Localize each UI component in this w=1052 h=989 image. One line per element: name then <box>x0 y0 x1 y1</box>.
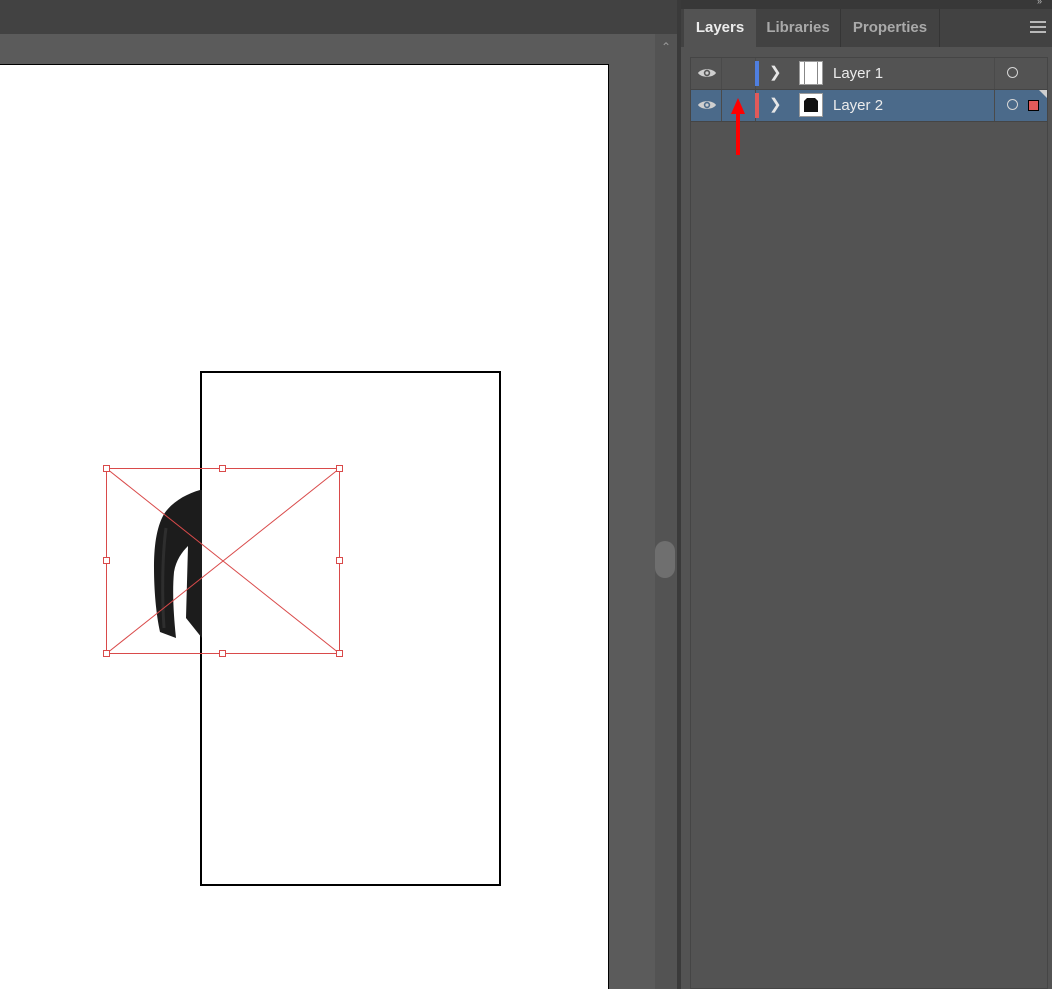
selected-art-indicator[interactable] <box>1028 100 1039 111</box>
handle-middle-left[interactable] <box>103 557 110 564</box>
panel-header-bar: » <box>681 0 1052 9</box>
handle-top-center[interactable] <box>219 465 226 472</box>
eye-icon[interactable] <box>697 66 717 80</box>
layer-name: Layer 2 <box>833 97 884 114</box>
scrollbar-thumb[interactable] <box>655 541 675 578</box>
handle-bottom-center[interactable] <box>219 650 226 657</box>
jacket-thumbnail <box>799 93 823 117</box>
handle-top-left[interactable] <box>103 465 110 472</box>
layer-color-indicator <box>755 61 759 86</box>
red-arrow-annotation <box>731 98 745 155</box>
layers-list: ❯ Layer 1 ❯ Layer 2 <box>690 57 1048 989</box>
empty-graphic-frame-cross <box>106 468 340 654</box>
jacket-thumbnail-icon <box>804 98 818 112</box>
lock-toggle[interactable] <box>721 58 756 89</box>
layer-name: Layer 1 <box>833 65 884 82</box>
handle-top-right[interactable] <box>336 465 343 472</box>
current-layer-indicator <box>1039 90 1047 98</box>
chevron-right-icon[interactable]: ❯ <box>769 96 783 114</box>
vertical-scrollbar[interactable]: ⌃ <box>655 34 677 989</box>
blank-page-thumbnail <box>799 61 823 85</box>
panel-tab-bar: Layers Libraries Properties <box>681 9 1052 47</box>
layer-target-cell[interactable] <box>994 58 1048 89</box>
layer-color-indicator <box>755 93 759 118</box>
chevron-right-icon[interactable]: ❯ <box>769 64 783 82</box>
scroll-up-arrow-icon[interactable]: ⌃ <box>655 38 677 56</box>
target-circle-icon[interactable] <box>1007 99 1018 110</box>
target-circle-icon[interactable] <box>1007 67 1018 78</box>
eye-icon[interactable] <box>697 98 717 112</box>
tab-libraries[interactable]: Libraries <box>756 9 841 47</box>
hamburger-menu-icon[interactable] <box>1030 21 1046 35</box>
document-tab-bar <box>0 0 680 34</box>
tab-properties[interactable]: Properties <box>841 9 940 47</box>
handle-bottom-right[interactable] <box>336 650 343 657</box>
layer-row[interactable]: ❯ Layer 1 <box>691 58 1047 90</box>
tab-layers[interactable]: Layers <box>684 9 756 47</box>
handle-bottom-left[interactable] <box>103 650 110 657</box>
collapse-panel-icon[interactable]: » <box>1037 0 1042 6</box>
placed-image-frame[interactable] <box>103 465 343 657</box>
handle-middle-right[interactable] <box>336 557 343 564</box>
